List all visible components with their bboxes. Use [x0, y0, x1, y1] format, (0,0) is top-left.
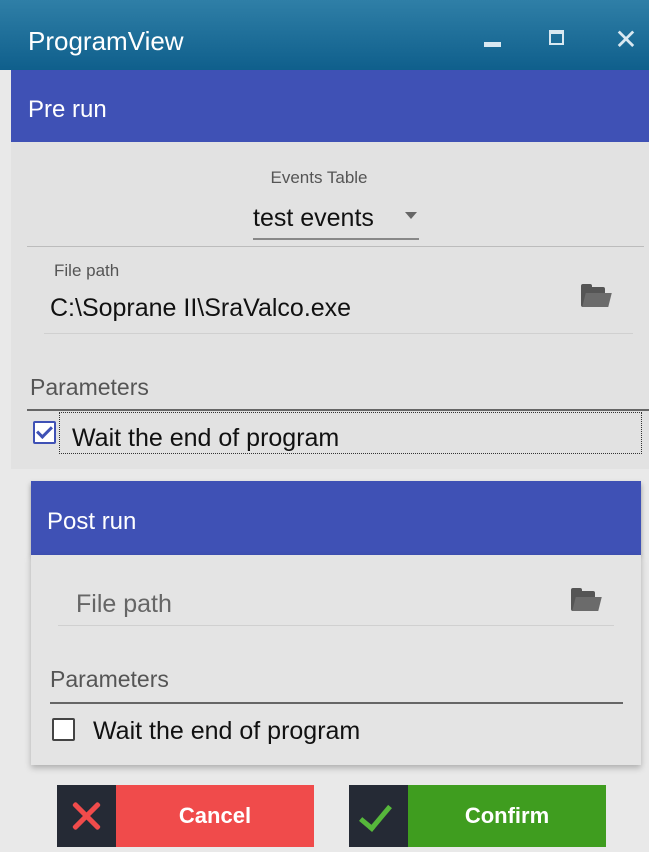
x-icon-box	[57, 785, 116, 847]
maximize-icon[interactable]	[544, 20, 584, 60]
post-run-header-label: Post run	[47, 508, 137, 535]
post-wait-end-checkbox[interactable]	[52, 718, 75, 741]
pre-run-panel: Events Table test events File path C:\So…	[11, 142, 649, 469]
folder-open-icon[interactable]	[581, 284, 612, 307]
parameters-label: Parameters	[30, 374, 149, 400]
post-run-header: Post run	[31, 481, 641, 555]
folder-open-icon[interactable]	[571, 588, 602, 611]
confirm-label: Confirm	[464, 803, 550, 828]
checkmark-icon	[359, 797, 392, 832]
file-path-label: File path	[54, 261, 120, 280]
pre-run-header: Pre run	[11, 70, 649, 142]
minimize-icon[interactable]	[476, 20, 516, 60]
wait-end-checkbox[interactable]	[33, 421, 56, 444]
x-icon	[71, 801, 101, 831]
post-run-panel: File path Parameters Wait the end of pro…	[31, 555, 641, 765]
post-file-path-underline	[58, 625, 614, 626]
pre-run-header-label: Pre run	[28, 96, 107, 123]
events-table-value: test events	[253, 204, 374, 232]
close-icon[interactable]: ✕	[606, 20, 646, 60]
confirm-button[interactable]: Confirm	[349, 785, 606, 847]
post-wait-end-label[interactable]: Wait the end of program	[93, 717, 360, 746]
file-path-input[interactable]: C:\Soprane II\SraValco.exe	[50, 294, 351, 323]
file-path-underline	[44, 333, 633, 334]
events-table-select[interactable]: test events	[253, 198, 419, 240]
title-bar: ProgramView ✕	[0, 0, 649, 70]
chevron-down-icon	[405, 212, 417, 219]
post-parameters-divider	[50, 702, 623, 704]
events-table-label: Events Table	[270, 168, 368, 187]
cancel-label: Cancel	[178, 803, 252, 828]
parameters-divider	[27, 409, 649, 411]
window-title: ProgramView	[28, 26, 184, 56]
post-file-path-input[interactable]: File path	[76, 590, 172, 619]
divider	[27, 246, 644, 247]
post-parameters-label: Parameters	[50, 666, 169, 692]
wait-end-label[interactable]: Wait the end of program	[72, 424, 339, 453]
checkmark-icon-box	[349, 785, 408, 847]
cancel-button[interactable]: Cancel	[57, 785, 314, 847]
